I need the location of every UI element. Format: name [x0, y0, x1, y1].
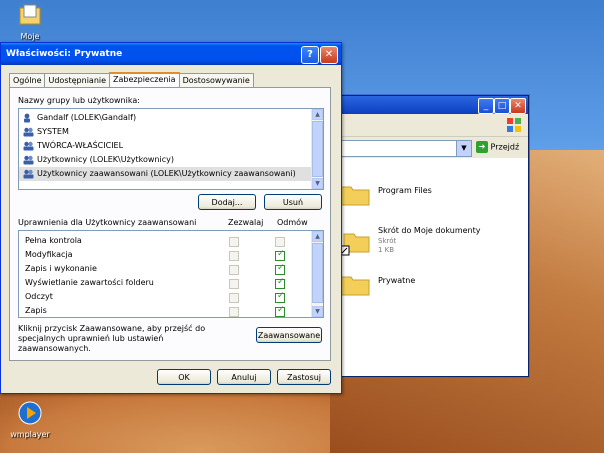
- dialog-title: Właściwości: Prywatne: [6, 49, 123, 59]
- ok-button[interactable]: OK: [157, 369, 211, 385]
- scroll-down-icon[interactable]: ▼: [312, 306, 323, 317]
- scroll-thumb[interactable]: [312, 243, 323, 303]
- arrow-right-icon: ➔: [476, 141, 488, 153]
- checkmark-icon: ✓: [277, 263, 285, 273]
- tab-bar: Ogólne Udostępnianie Zabezpieczenia Dostoso…: [9, 71, 254, 90]
- remove-button[interactable]: Usuń: [264, 194, 322, 210]
- allow-checkbox[interactable]: [229, 265, 239, 275]
- groups-scrollbar[interactable]: ▲ ▼: [311, 109, 323, 189]
- file-name: Program Files: [378, 186, 432, 195]
- cancel-button[interactable]: Anuluj: [217, 369, 271, 385]
- allow-checkbox[interactable]: [229, 279, 239, 289]
- media-player-icon: [18, 401, 42, 425]
- address-input[interactable]: ▼: [330, 140, 472, 157]
- maximize-button[interactable]: □: [494, 98, 510, 114]
- group-name: SYSTEM: [37, 127, 69, 136]
- allow-checkbox[interactable]: [229, 251, 239, 261]
- allow-checkbox[interactable]: [229, 307, 239, 317]
- allow-header: Zezwalaj: [228, 218, 264, 227]
- checkmark-icon: ✓: [277, 305, 285, 315]
- address-bar: ▼ ➔ Przejdź: [326, 137, 528, 160]
- list-item[interactable]: SYSTEM: [19, 125, 323, 139]
- minimize-button[interactable]: _: [478, 98, 494, 114]
- group-name: Gandalf (LOLEK\Gandalf): [37, 113, 137, 122]
- folder-icon: [340, 276, 370, 296]
- list-item-selected[interactable]: Użytkownicy zaawansowani (LOLEK\Użytkown…: [19, 167, 323, 181]
- users-group-icon: [23, 141, 34, 151]
- go-button[interactable]: ➔ Przejdź: [476, 141, 519, 153]
- scroll-down-icon[interactable]: ▼: [312, 178, 323, 189]
- advanced-hint: Kliknij przycisk Zaawansowane, aby przej…: [18, 324, 206, 353]
- file-item[interactable]: Prywatne: [340, 270, 520, 306]
- go-label: Przejdź: [490, 142, 520, 152]
- desktop-icon-label: Moje: [20, 32, 40, 41]
- security-panel: Nazwy grupy lub użytkownika: Gandalf (LO…: [9, 87, 331, 361]
- folder-icon: [340, 186, 370, 206]
- user-icon: [24, 113, 30, 123]
- file-item[interactable]: Skrót do Moje dokumenty Skrót 1 KB: [340, 224, 520, 260]
- allow-checkbox[interactable]: [229, 237, 239, 247]
- advanced-button[interactable]: Zaawansowane: [256, 327, 322, 343]
- deny-header: Odmów: [277, 218, 308, 227]
- permission-name: Modyfikacja: [25, 250, 73, 259]
- explorer-window: _ □ ✕ ▼ ➔ Przejdź Program Files Skrót do…: [325, 95, 529, 377]
- checkmark-icon: ✓: [277, 291, 285, 301]
- permission-name: Zapis i wykonanie: [25, 264, 97, 273]
- list-item[interactable]: TWÓRCA-WŁAŚCICIEL: [19, 139, 323, 153]
- scroll-up-icon[interactable]: ▲: [312, 109, 323, 120]
- deny-checkbox-checked[interactable]: ✓: [275, 249, 285, 261]
- list-item[interactable]: Gandalf (LOLEK\Gandalf): [19, 111, 323, 125]
- file-type: Skrót: [378, 237, 397, 245]
- permission-name: Wyświetlanie zawartości folderu: [25, 278, 154, 287]
- checkmark-icon: ✓: [277, 277, 285, 287]
- deny-checkbox-checked[interactable]: ✓: [275, 263, 285, 275]
- list-item[interactable]: Użytkownicy (LOLEK\Użytkownicy): [19, 153, 323, 167]
- add-button[interactable]: Dodaj...: [198, 194, 256, 210]
- file-name: Skrót do Moje dokumenty: [378, 226, 481, 235]
- file-name: Prywatne: [378, 276, 416, 285]
- file-size: 1 KB: [378, 246, 395, 254]
- windows-logo-icon: [507, 118, 521, 132]
- chevron-down-icon[interactable]: ▼: [456, 141, 471, 156]
- users-group-icon: [23, 127, 34, 137]
- explorer-titlebar: _ □ ✕: [326, 96, 528, 114]
- deny-checkbox[interactable]: [275, 237, 285, 247]
- deny-checkbox-checked[interactable]: ✓: [275, 277, 285, 289]
- checkmark-icon: ✓: [277, 249, 285, 259]
- users-group-icon: [23, 169, 34, 179]
- groups-label: Nazwy grupy lub użytkownika:: [18, 96, 140, 105]
- deny-checkbox-checked[interactable]: ✓: [275, 305, 285, 317]
- permission-name: Odczyt: [25, 292, 53, 301]
- apply-button[interactable]: Zastosuj: [277, 369, 331, 385]
- desktop-icon-label: wmplayer: [10, 430, 50, 439]
- allow-checkbox[interactable]: [229, 293, 239, 303]
- deny-checkbox-checked[interactable]: ✓: [275, 291, 285, 303]
- properties-dialog: Właściwości: Prywatne ? ✕ Ogólne Udostępn…: [0, 42, 342, 394]
- document-folder-icon: [19, 4, 41, 25]
- shortcut-folder-icon: [340, 233, 370, 256]
- users-group-icon: [23, 155, 34, 165]
- close-button[interactable]: ✕: [320, 46, 338, 64]
- permissions-list: Pełna kontrola Modyfikacja Zapis i wykon…: [18, 230, 324, 318]
- groups-list[interactable]: Gandalf (LOLEK\Gandalf) SYSTEM TWÓRCA-WŁ…: [18, 108, 324, 190]
- scroll-up-icon[interactable]: ▲: [312, 231, 323, 242]
- group-name: Użytkownicy (LOLEK\Użytkownicy): [37, 155, 174, 164]
- group-name: Użytkownicy zaawansowani (LOLEK\Użytkown…: [37, 169, 296, 178]
- group-name: TWÓRCA-WŁAŚCICIEL: [37, 141, 124, 150]
- close-button[interactable]: ✕: [510, 98, 526, 114]
- file-item[interactable]: Program Files: [340, 180, 520, 216]
- desktop-icon-wmplayer[interactable]: wmplayer: [6, 400, 54, 439]
- permissions-scrollbar[interactable]: ▲ ▼: [311, 231, 323, 317]
- dialog-titlebar: Właściwości: Prywatne ? ✕: [1, 43, 341, 65]
- explorer-file-list: Program Files Skrót do Moje dokumenty Sk…: [326, 158, 528, 376]
- explorer-menubar: [326, 114, 528, 137]
- permission-name: Zapis: [25, 306, 47, 315]
- help-button[interactable]: ?: [301, 46, 319, 64]
- permission-name: Pełna kontrola: [25, 236, 82, 245]
- desktop-icon-my-documents[interactable]: Moje: [6, 2, 54, 41]
- scroll-thumb[interactable]: [312, 121, 323, 177]
- permissions-label: Uprawnienia dla Użytkownicy zaawansowani: [18, 218, 197, 227]
